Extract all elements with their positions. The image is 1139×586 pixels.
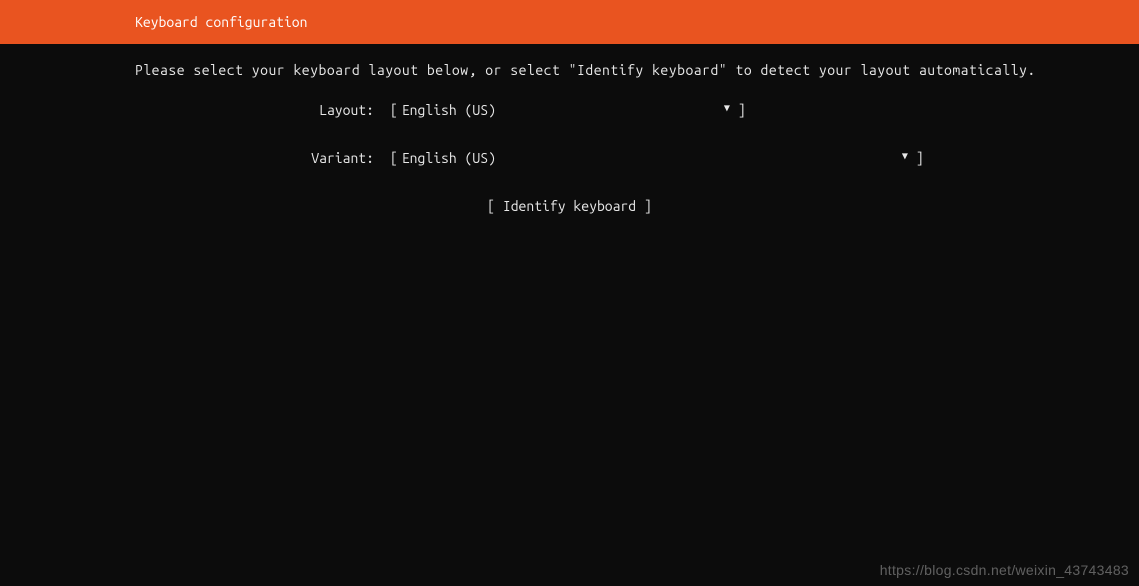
page-title: Keyboard configuration [135, 14, 307, 30]
chevron-down-icon: ▼ [724, 102, 730, 114]
bracket-close: ] [738, 102, 746, 118]
layout-value: English (US) [398, 102, 500, 118]
instruction-text: Please select your keyboard layout below… [0, 62, 1139, 78]
header-bar: Keyboard configuration [0, 0, 1139, 44]
bracket-open: [ [390, 150, 398, 166]
variant-label: Variant: [0, 150, 390, 166]
watermark-text: https://blog.csdn.net/weixin_43743483 [880, 562, 1129, 578]
variant-value: English (US) [398, 150, 500, 166]
variant-row: Variant: [ English (US) ▼ ] [0, 150, 1139, 166]
bracket-close: ] [644, 198, 652, 214]
bracket-open: [ [390, 102, 398, 118]
layout-select[interactable]: [ English (US) ▼ ] [390, 102, 746, 118]
identify-button-label: Identify keyboard [503, 198, 636, 214]
variant-select[interactable]: [ English (US) ▼ ] [390, 150, 924, 166]
variant-select-container: English (US) ▼ [398, 150, 916, 166]
main-content: Please select your keyboard layout below… [0, 44, 1139, 214]
layout-select-container: English (US) ▼ [398, 102, 738, 118]
bracket-open: [ [487, 198, 503, 214]
layout-row: Layout: [ English (US) ▼ ] [0, 102, 1139, 118]
layout-label: Layout: [0, 102, 390, 118]
chevron-down-icon: ▼ [902, 150, 908, 162]
identify-keyboard-button[interactable]: [ Identify keyboard ] [487, 198, 652, 214]
identify-row: [ Identify keyboard ] [0, 198, 1139, 214]
bracket-close: ] [916, 150, 924, 166]
